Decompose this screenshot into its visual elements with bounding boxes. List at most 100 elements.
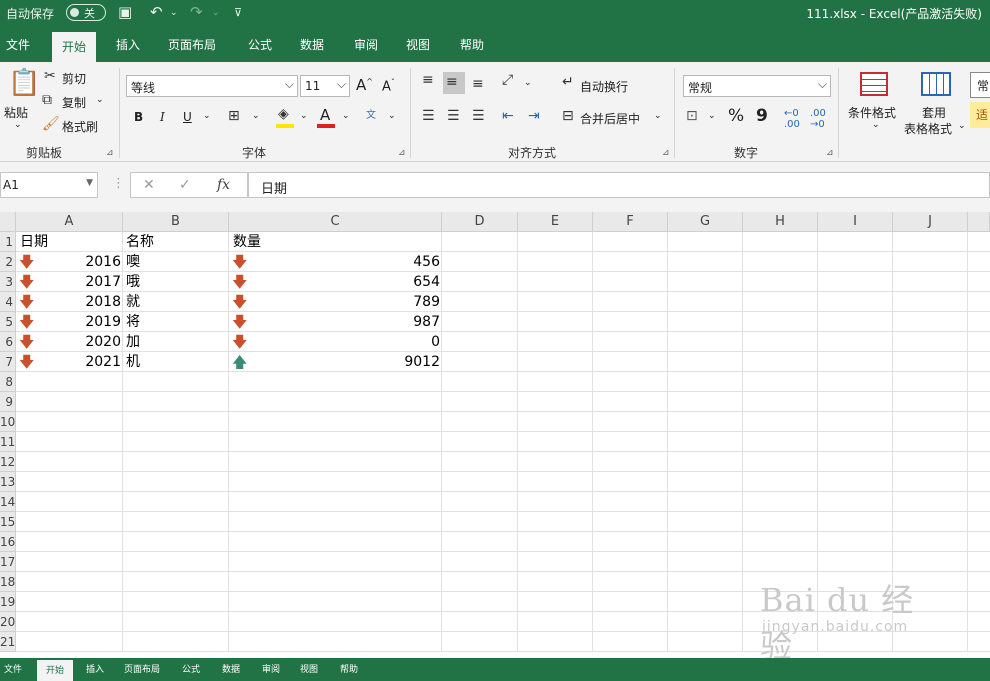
table-format-line1[interactable]: 套用 <box>922 104 946 121</box>
italic-button[interactable]: I <box>160 110 165 124</box>
align-middle-icon[interactable]: ≡ <box>446 74 458 90</box>
bottom-tab-home[interactable]: 开始 <box>37 660 74 681</box>
format-painter-button[interactable]: 格式刷 <box>62 118 98 135</box>
bottom-tab-help[interactable]: 帮助 <box>340 662 358 675</box>
row-header-11[interactable]: 11 <box>0 432 16 452</box>
increase-decimal-icon[interactable]: ←0.00 <box>784 108 800 130</box>
wrap-text-icon[interactable]: ↵ <box>562 74 574 90</box>
formula-input[interactable]: 日期 <box>248 172 990 198</box>
copy-button[interactable]: 复制 <box>62 94 86 111</box>
phonetic-dropdown-icon[interactable]: ⌄ <box>388 111 396 121</box>
row-header-2[interactable]: 2 <box>0 252 16 272</box>
conditional-format-button[interactable]: 条件格式 <box>848 104 896 121</box>
bottom-tab-formulas[interactable]: 公式 <box>182 662 200 675</box>
merge-center-icon[interactable]: ⊟ <box>562 108 574 124</box>
comma-button[interactable]: 9 <box>756 106 768 126</box>
column-header-partial[interactable] <box>968 212 990 232</box>
align-bottom-icon[interactable]: ≡ <box>472 76 484 92</box>
row-header-16[interactable]: 16 <box>0 532 16 552</box>
font-color-dropdown-icon[interactable]: ⌄ <box>342 111 350 121</box>
enter-icon[interactable]: ✓ <box>179 177 191 193</box>
cell-c3[interactable]: 654 <box>250 272 440 292</box>
cell-style-neutral[interactable]: 适 <box>970 102 990 128</box>
cut-icon[interactable]: ✂ <box>44 68 56 84</box>
cell-c6[interactable]: 0 <box>250 332 440 352</box>
row-header-14[interactable]: 14 <box>0 492 16 512</box>
orientation-icon[interactable]: ⤢ <box>502 72 513 88</box>
row-header-9[interactable]: 9 <box>0 392 16 412</box>
font-size-select[interactable]: 11 ⌵ <box>300 75 350 97</box>
conditional-dropdown-icon[interactable]: ⌄ <box>872 120 880 130</box>
bottom-tab-view[interactable]: 视图 <box>300 662 318 675</box>
redo-dropdown-icon[interactable]: ⌄ <box>212 8 220 18</box>
redo-icon[interactable]: ↷ <box>190 3 203 21</box>
cell-b6[interactable]: 加 <box>126 332 140 352</box>
row-header-3[interactable]: 3 <box>0 272 16 292</box>
bottom-tab-page-layout[interactable]: 页面布局 <box>124 662 160 675</box>
orientation-dropdown-icon[interactable]: ⌄ <box>524 78 532 88</box>
row-header-7[interactable]: 7 <box>0 352 16 372</box>
column-header-g[interactable]: G <box>668 212 743 232</box>
column-header-i[interactable]: I <box>818 212 893 232</box>
cell-c2[interactable]: 456 <box>250 252 440 272</box>
autosave-toggle[interactable]: 关 <box>66 4 106 21</box>
paste-dropdown-icon[interactable]: ⌄ <box>14 120 22 130</box>
copy-icon[interactable]: ⧉ <box>42 92 52 108</box>
tab-page-layout[interactable]: 页面布局 <box>168 34 216 55</box>
increase-font-icon[interactable]: A^ <box>356 76 373 94</box>
row-header-15[interactable]: 15 <box>0 512 16 532</box>
cell-c4[interactable]: 789 <box>250 292 440 312</box>
merge-center-button[interactable]: 合并后居中 <box>580 110 640 127</box>
table-format-icon[interactable] <box>921 72 951 96</box>
cell-b5[interactable]: 将 <box>126 312 140 332</box>
wrap-text-button[interactable]: 自动换行 <box>580 78 628 95</box>
table-format-dropdown-icon[interactable]: ⌄ <box>958 121 966 131</box>
cell-a6[interactable]: 2020 <box>36 332 121 352</box>
merge-dropdown-icon[interactable]: ⌄ <box>654 111 662 121</box>
row-header-4[interactable]: 4 <box>0 292 16 312</box>
bottom-tab-review[interactable]: 审阅 <box>262 662 280 675</box>
cell-c7[interactable]: 9012 <box>250 352 440 372</box>
tab-insert[interactable]: 插入 <box>116 34 140 55</box>
tab-data[interactable]: 数据 <box>300 34 324 55</box>
formula-bar-splitter-icon[interactable]: ⋮ <box>112 176 125 191</box>
borders-dropdown-icon[interactable]: ⌄ <box>252 111 260 121</box>
row-header-10[interactable]: 10 <box>0 412 16 432</box>
underline-dropdown-icon[interactable]: ⌄ <box>203 111 211 121</box>
cell-a7[interactable]: 2021 <box>36 352 121 372</box>
underline-button[interactable]: U <box>183 110 192 124</box>
cell-a3[interactable]: 2017 <box>36 272 121 292</box>
cell-a4[interactable]: 2018 <box>36 292 121 312</box>
phonetic-guide-icon[interactable]: 文 <box>366 106 376 121</box>
row-header-8[interactable]: 8 <box>0 372 16 392</box>
percent-button[interactable]: % <box>728 106 744 126</box>
row-header-5[interactable]: 5 <box>0 312 16 332</box>
cell-b2[interactable]: 噢 <box>126 252 140 272</box>
number-format-select[interactable]: 常规 ⌵ <box>683 75 831 97</box>
font-launcher-icon[interactable]: ⊿ <box>398 148 406 158</box>
column-header-j[interactable]: J <box>893 212 968 232</box>
align-left-icon[interactable]: ☰ <box>422 108 435 124</box>
bottom-tab-data[interactable]: 数据 <box>222 662 240 675</box>
column-header-c[interactable]: C <box>229 212 442 232</box>
decrease-decimal-icon[interactable]: .00 →0 <box>810 108 826 130</box>
table-format-line2[interactable]: 表格格式 <box>904 120 952 137</box>
decrease-indent-icon[interactable]: ⇤ <box>502 108 514 124</box>
tab-file[interactable]: 文件 <box>6 34 30 55</box>
number-launcher-icon[interactable]: ⊿ <box>826 148 834 158</box>
customize-qat-icon[interactable]: ⊽ <box>234 6 242 19</box>
save-icon[interactable]: ▣ <box>118 3 132 21</box>
row-header-12[interactable]: 12 <box>0 452 16 472</box>
cell-c5[interactable]: 987 <box>250 312 440 332</box>
fill-color-dropdown-icon[interactable]: ⌄ <box>300 111 308 121</box>
undo-icon[interactable]: ↶ <box>150 3 163 21</box>
conditional-format-icon[interactable] <box>860 72 888 96</box>
font-name-select[interactable]: 等线 ⌵ <box>126 75 298 97</box>
cancel-icon[interactable]: ✕ <box>143 177 155 193</box>
accounting-format-icon[interactable]: ⊡ <box>686 108 698 124</box>
cell-a5[interactable]: 2019 <box>36 312 121 332</box>
align-right-icon[interactable]: ☰ <box>472 108 485 124</box>
undo-dropdown-icon[interactable]: ⌄ <box>170 8 178 18</box>
column-header-b[interactable]: B <box>123 212 229 232</box>
format-painter-icon[interactable]: 🖌 <box>42 116 60 132</box>
